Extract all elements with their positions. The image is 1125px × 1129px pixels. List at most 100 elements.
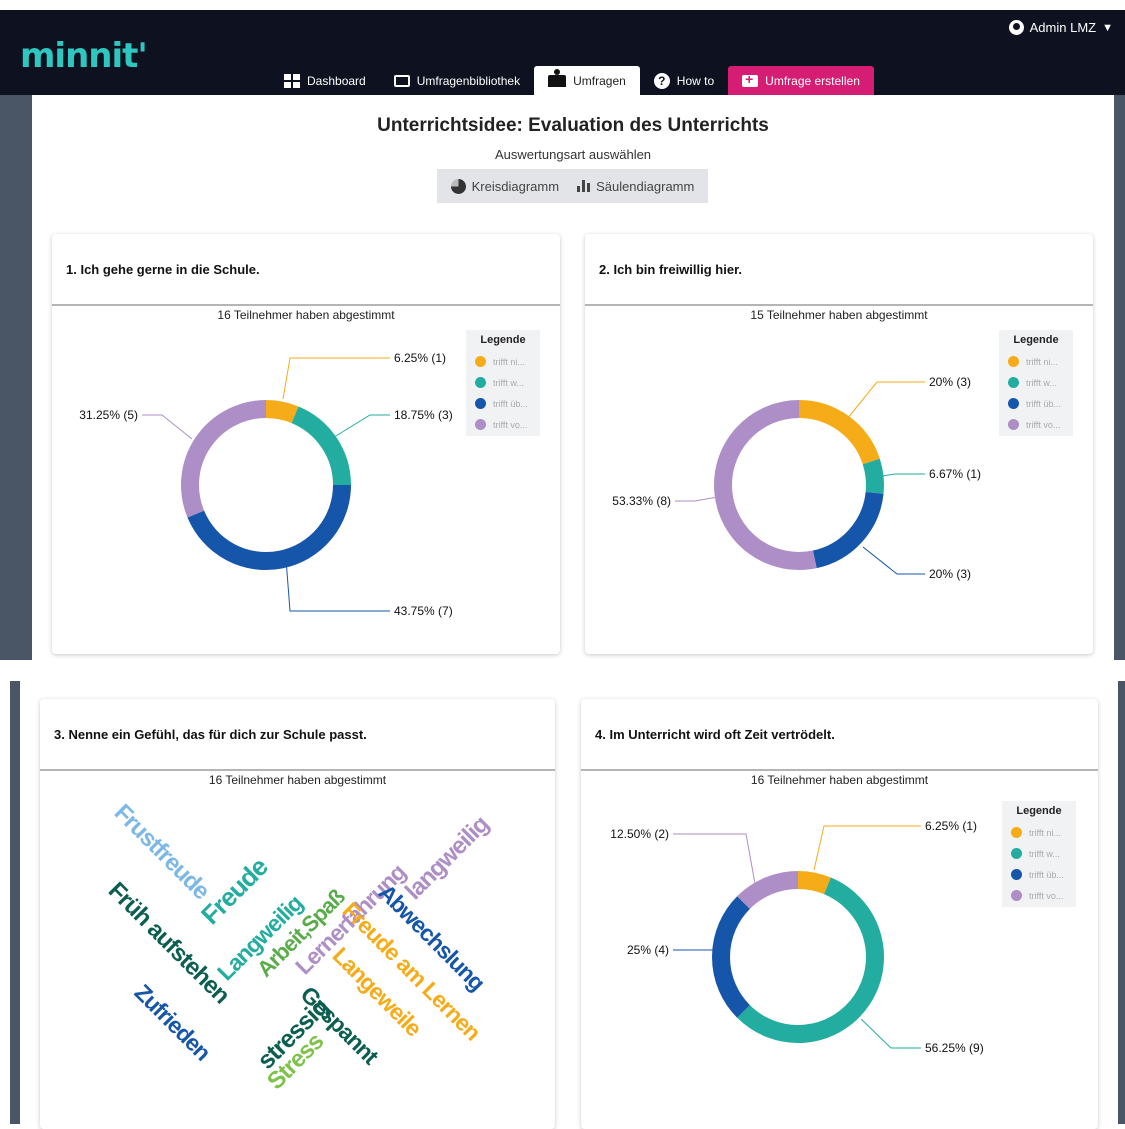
nav-label: How to (676, 73, 715, 88)
legend-label: trifft üb... (1029, 869, 1064, 880)
data-label: 20% (3) (929, 375, 971, 389)
word-cloud: Frustfreude Freude Langweilig Früh aufst… (40, 699, 555, 1129)
donut-slice[interactable] (797, 871, 831, 895)
scroll-background (10, 681, 20, 1124)
scroll-background (1118, 681, 1125, 1124)
data-label: 12.50% (2) (610, 827, 669, 841)
question-card-4: 4. Im Unterricht wird oft Zeit vertrödel… (581, 699, 1098, 1129)
legend-label: trifft vo... (493, 419, 528, 430)
nav-dashboard[interactable]: Dashboard (270, 66, 380, 95)
nav-how-to[interactable]: ? How to (640, 66, 728, 95)
legend: Legende trifft ni... trifft w... trifft … (999, 330, 1073, 436)
user-name: Admin LMZ (1029, 20, 1097, 35)
legend-item[interactable]: trifft vo... (1002, 885, 1076, 906)
donut-slice[interactable] (714, 400, 817, 570)
legend-item[interactable]: trifft üb... (466, 393, 540, 414)
legend-swatch (1008, 419, 1019, 430)
donut-chart-4: 6.25% (1) 56.25% (9) 25% (4) 12.50% (2) (610, 819, 983, 1055)
new-folder-icon (742, 71, 759, 87)
question-card-1: 1. Ich gehe gerne in die Schule. 16 Teil… (52, 234, 560, 654)
donut-slice[interactable] (187, 484, 351, 570)
legend: Legende trifft ni... trifft w... trifft … (466, 330, 540, 436)
legend-swatch (1011, 890, 1022, 901)
legend-title: Legende (1013, 334, 1059, 346)
legend-label: trifft ni... (493, 356, 525, 367)
nav-umfragenbibliothek[interactable]: Umfragenbibliothek (380, 66, 534, 95)
page-title: Unterrichtsidee: Evaluation des Unterric… (377, 115, 769, 136)
legend-label: trifft w... (1029, 848, 1060, 859)
donut-slice[interactable] (712, 896, 751, 1018)
user-avatar-icon (1008, 20, 1024, 35)
legend-swatch (1011, 848, 1022, 859)
donut-slice[interactable] (181, 400, 267, 518)
nav-label: Umfragenbibliothek (416, 73, 521, 88)
help-icon: ? (653, 72, 670, 89)
legend-item[interactable]: trifft w... (999, 372, 1073, 393)
survey-results-panel: Unterrichtsidee: Evaluation des Unterric… (32, 95, 1114, 660)
donut-slice[interactable] (737, 877, 884, 1043)
folder-icon (393, 74, 410, 87)
reader-icon (548, 68, 567, 87)
legend-item[interactable]: trifft üb... (1002, 864, 1076, 885)
legend-item[interactable]: trifft üb... (999, 393, 1073, 414)
legend-title: Legende (480, 334, 526, 346)
word-cloud-word: langweilig (400, 811, 495, 906)
bar-chart-option-label: Säulendiagramm (596, 178, 695, 194)
logo[interactable]: minnit' (20, 36, 148, 76)
legend-swatch (1008, 398, 1019, 409)
nav-label: Dashboard (307, 73, 366, 88)
legend-item[interactable]: trifft w... (1002, 843, 1076, 864)
legend-swatch (1011, 827, 1022, 838)
app-window-top: minnit' Admin LMZ ▼ Dashboard Umfragenbi… (0, 10, 1125, 660)
nav-umfrage-erstellen[interactable]: Umfrage erstellen (728, 66, 874, 95)
data-label: 43.75% (7) (394, 604, 453, 618)
bar-chart-option[interactable]: Säulendiagramm (577, 179, 694, 194)
pie-chart-option[interactable]: Kreisdiagramm (450, 178, 560, 194)
donut-slice[interactable] (291, 406, 351, 486)
legend-label: trifft vo... (1029, 890, 1064, 901)
bar-chart-icon (577, 180, 591, 192)
legend-label: trifft w... (493, 377, 524, 388)
chevron-down-icon: ▼ (1102, 21, 1113, 34)
legend-item[interactable]: trifft vo... (999, 414, 1073, 435)
donut-slice[interactable] (737, 871, 799, 910)
legend-title: Legende (1016, 805, 1062, 817)
main-nav: Dashboard Umfragenbibliothek Umfragen ? … (270, 66, 874, 95)
donut-slice[interactable] (798, 400, 880, 465)
nav-umfragen[interactable]: Umfragen (534, 66, 640, 95)
pie-chart-option-label: Kreisdiagramm (471, 178, 560, 194)
legend-swatch (1008, 377, 1019, 388)
data-label: 25% (4) (627, 943, 669, 957)
legend-item[interactable]: trifft vo... (466, 414, 540, 435)
legend-label: trifft w... (1026, 377, 1057, 388)
legend-swatch (1011, 869, 1022, 880)
legend-swatch (475, 377, 486, 388)
legend-label: trifft üb... (493, 398, 528, 409)
dashboard-icon (284, 73, 300, 88)
donut-slice[interactable] (265, 400, 299, 424)
nav-label: Umfragen (573, 73, 626, 88)
data-label: 31.25% (5) (79, 408, 138, 422)
legend-swatch (475, 398, 486, 409)
question-card-3: 3. Nenne ein Gefühl, das für dich zur Sc… (40, 699, 555, 1129)
data-label: 18.75% (3) (394, 408, 453, 422)
user-menu[interactable]: Admin LMZ ▼ (1008, 20, 1113, 35)
nav-label: Umfrage erstellen (765, 73, 860, 88)
legend-label: trifft vo... (1026, 419, 1061, 430)
legend-swatch (475, 419, 486, 430)
legend-item[interactable]: trifft ni... (1002, 822, 1076, 843)
page: minnit' Admin LMZ ▼ Dashboard Umfragenbi… (0, 0, 1125, 1129)
data-label: 20% (3) (929, 567, 971, 581)
donut-slice[interactable] (862, 458, 884, 494)
data-label: 53.33% (8) (612, 494, 671, 508)
top-navbar: minnit' Admin LMZ ▼ Dashboard Umfragenbi… (0, 10, 1125, 95)
legend-item[interactable]: trifft w... (466, 372, 540, 393)
data-label: 6.25% (1) (925, 819, 977, 833)
legend-item[interactable]: trifft ni... (999, 351, 1073, 372)
data-label: 6.67% (1) (929, 467, 981, 481)
legend-item[interactable]: trifft ni... (466, 351, 540, 372)
view-type-toggle: Kreisdiagramm Säulendiagramm (437, 169, 708, 203)
legend-label: trifft ni... (1026, 356, 1058, 367)
data-label: 6.25% (1) (394, 351, 446, 365)
legend-swatch (475, 356, 486, 367)
